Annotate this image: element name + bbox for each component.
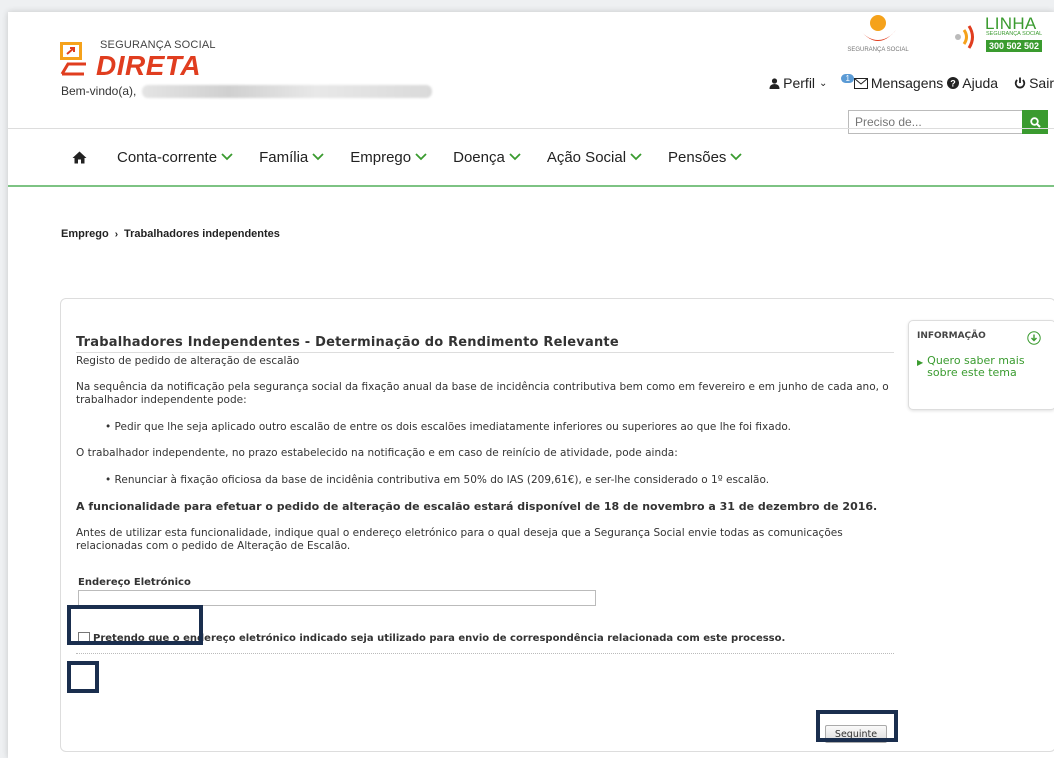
nav-label: Conta-corrente xyxy=(117,148,218,166)
chevron-down-icon xyxy=(415,153,427,161)
perfil-link[interactable]: Perfil ⌄ xyxy=(769,75,827,91)
sun-logo-icon xyxy=(860,15,896,41)
chevron-down-icon xyxy=(312,153,324,161)
nav-conta-corrente[interactable]: Conta-corrente xyxy=(117,149,233,166)
chevron-down-icon xyxy=(221,153,233,161)
nav-label: Pensões xyxy=(668,148,727,166)
availability-notice: A funcionalidade para efetuar o pedido d… xyxy=(76,500,878,513)
welcome-text: Bem-vindo(a), xyxy=(61,84,137,98)
highlight-email-label xyxy=(67,605,203,645)
highlight-checkbox xyxy=(67,661,99,693)
dotted-divider xyxy=(76,653,894,654)
email-instructions: Antes de utilizar esta funcionalidade, i… xyxy=(76,527,843,552)
welcome-message: Bem-vindo(a), xyxy=(61,84,433,98)
sair-label: Sair xyxy=(1029,75,1054,91)
info-box: INFORMAÇÃO ▶ Quero saber mais sobre este… xyxy=(908,320,1054,410)
info-link[interactable]: ▶ Quero saber mais sobre este tema xyxy=(917,355,1047,379)
nav-label: Emprego xyxy=(350,148,412,166)
power-icon xyxy=(1014,77,1026,89)
linha-phone: 300 502 502 xyxy=(986,40,1043,52)
svg-text:?: ? xyxy=(951,79,957,89)
breadcrumb-separator-icon: › xyxy=(114,228,119,240)
breadcrumb-current: Trabalhadores independentes xyxy=(124,228,280,240)
nav-doenca[interactable]: Doença xyxy=(453,149,521,166)
linha-seg-social-logo[interactable]: LINHA SEGURANÇA SOCIAL 300 502 502 xyxy=(948,12,1054,58)
page: SEGURANÇA SOCIAL DIRETA SEGURANÇA SOCIAL… xyxy=(8,12,1054,758)
messages-badge: 1 xyxy=(841,73,854,83)
nav-emprego[interactable]: Emprego xyxy=(350,149,427,166)
chevron-down-icon xyxy=(509,153,521,161)
mensagens-link[interactable]: 1 Mensagens xyxy=(841,73,944,91)
chevron-down-icon xyxy=(630,153,642,161)
question-circle-icon: ? xyxy=(947,77,960,89)
info-toggle-icon[interactable] xyxy=(1027,331,1041,345)
paragraph: O trabalhador independente, no prazo est… xyxy=(76,447,678,459)
nav-pensoes[interactable]: Pensões xyxy=(668,148,743,166)
email-field-label: Endereço Eletrónico xyxy=(78,577,191,588)
nav-home[interactable] xyxy=(72,151,87,164)
perfil-label: Perfil xyxy=(783,75,816,91)
bullet-item: • Pedir que lhe seja aplicado outro esca… xyxy=(105,421,791,433)
sair-link[interactable]: Sair xyxy=(1014,75,1054,91)
envelope-icon xyxy=(853,77,868,89)
nav-label: Ação Social xyxy=(546,148,627,166)
seg-social-logo-label: SEGURANÇA SOCIAL xyxy=(847,47,909,53)
logo-mark-icon xyxy=(60,42,86,76)
main-nav: Conta-corrente Família Emprego Doença Aç… xyxy=(8,129,1054,187)
seg-social-logo[interactable]: SEGURANÇA SOCIAL xyxy=(838,12,918,58)
triangle-right-icon: ▶ xyxy=(917,358,924,367)
intro-paragraph: Na sequência da notificação pela seguran… xyxy=(76,381,889,406)
nav-familia[interactable]: Família xyxy=(259,149,324,166)
main-panel: Trabalhadores Independentes - Determinaç… xyxy=(60,298,1054,752)
search-icon xyxy=(1029,116,1041,128)
linha-sub: SEGURANÇA SOCIAL xyxy=(986,31,1043,37)
ajuda-label: Ajuda xyxy=(962,75,999,91)
user-icon xyxy=(769,77,780,89)
blurred-user-name xyxy=(142,84,433,98)
nav-label: Família xyxy=(259,148,309,166)
nav-acao-social[interactable]: Ação Social xyxy=(547,149,642,166)
mensagens-label: Mensagens xyxy=(870,75,944,91)
user-links: Perfil ⌄ 1 Mensagens ? Ajuda Sair xyxy=(755,73,1054,93)
page-subtitle: Registo de pedido de alteração de escalã… xyxy=(76,355,300,367)
breadcrumb-parent[interactable]: Emprego xyxy=(61,228,109,240)
breadcrumb: Emprego › Trabalhadores independentes xyxy=(61,228,280,240)
signal-icon xyxy=(955,25,974,49)
ajuda-link[interactable]: ? Ajuda xyxy=(947,75,998,91)
highlight-seguinte-button xyxy=(816,710,898,742)
chevron-down-icon xyxy=(730,153,743,161)
home-icon xyxy=(72,151,87,163)
bullet-item: • Renunciar à fixação oficiosa da base d… xyxy=(105,474,770,486)
nav-label: Doença xyxy=(453,148,505,166)
logo-big-text: DIRETA xyxy=(96,50,202,81)
page-title: Trabalhadores Independentes - Determinaç… xyxy=(76,335,894,353)
email-field[interactable] xyxy=(78,590,596,606)
chevron-down-icon: ⌄ xyxy=(819,77,828,89)
info-link-label: Quero saber mais sobre este tema xyxy=(927,354,1025,379)
